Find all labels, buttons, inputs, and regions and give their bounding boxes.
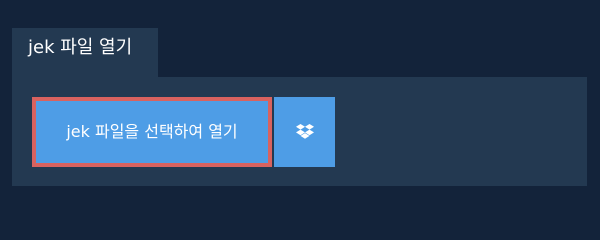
select-file-button[interactable]: jek 파일을 선택하여 열기 bbox=[32, 97, 272, 167]
dropbox-icon bbox=[295, 124, 314, 139]
select-file-button-label: jek 파일을 선택하여 열기 bbox=[66, 122, 238, 141]
tab-label: jek 파일 열기 bbox=[28, 37, 133, 58]
dropbox-button[interactable] bbox=[274, 97, 335, 167]
tab-open-jek[interactable]: jek 파일 열기 bbox=[12, 28, 158, 77]
